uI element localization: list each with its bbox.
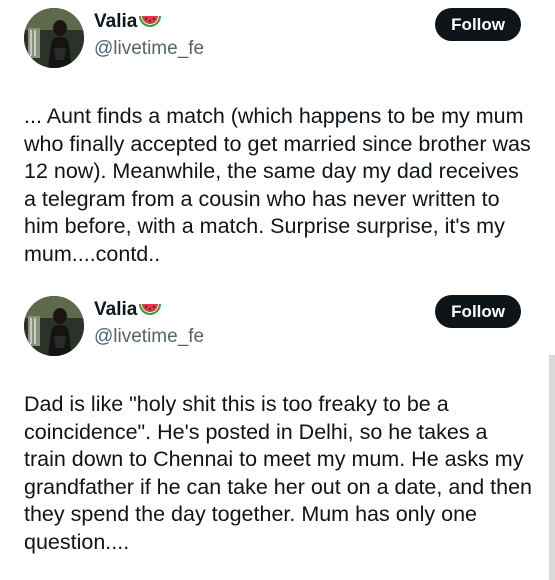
avatar-photo xyxy=(24,296,84,356)
avatar-photo xyxy=(24,8,84,68)
name-row: Valia xyxy=(94,10,162,34)
user-handle[interactable]: @livetime_fe xyxy=(94,325,204,349)
display-name[interactable]: Valia xyxy=(94,298,137,322)
avatar[interactable] xyxy=(24,296,84,356)
follow-button[interactable]: Follow xyxy=(435,295,521,328)
avatar[interactable] xyxy=(24,8,84,68)
watermelon-icon xyxy=(139,16,162,27)
name-row: Valia xyxy=(94,298,162,322)
user-handle[interactable]: @livetime_fe xyxy=(94,37,204,61)
display-name[interactable]: Valia xyxy=(94,10,137,34)
follow-button[interactable]: Follow xyxy=(435,8,521,41)
scrollbar[interactable] xyxy=(549,355,555,580)
watermelon-icon xyxy=(139,304,162,315)
tweet-text: ... Aunt finds a match (which happens to… xyxy=(24,104,531,266)
tweet-text: Dad is like "holy shit this is too freak… xyxy=(24,392,533,554)
